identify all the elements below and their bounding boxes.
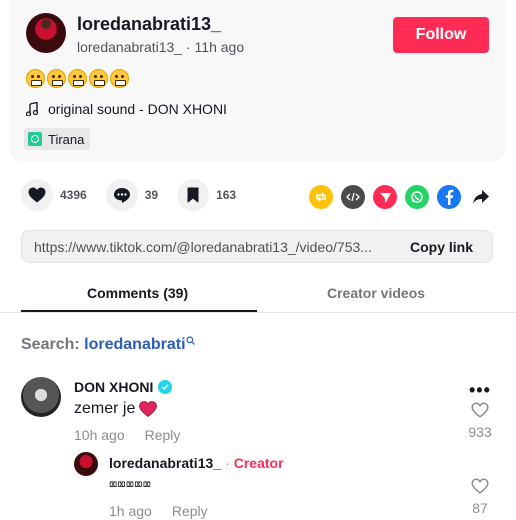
- reply-header: loredanabrati13_ · Creator: [109, 455, 284, 471]
- facebook-icon[interactable]: [437, 185, 461, 209]
- location-label: Tirana: [48, 131, 85, 147]
- save-count: 163: [216, 188, 237, 202]
- author-subline: loredanabrati13_ · 11h ago: [77, 39, 245, 55]
- grimacing-face-icon: [110, 69, 129, 88]
- comment-search-suggestion[interactable]: Search: loredanabrati: [21, 336, 195, 354]
- tab-comments[interactable]: Comments (39): [87, 285, 188, 301]
- post-time: 11h ago: [194, 39, 245, 55]
- grimacing-face-icon: [68, 69, 87, 88]
- comment-stat[interactable]: 39: [105, 179, 159, 211]
- tab-bar: Comments (39) Creator videos: [0, 279, 516, 313]
- reply-button[interactable]: Reply: [145, 427, 181, 443]
- whatsapp-icon[interactable]: [405, 185, 429, 209]
- reply-like-count: 87: [472, 500, 488, 516]
- comment-count: 39: [144, 188, 159, 202]
- reply-meta: 1h ago Reply: [109, 503, 208, 519]
- verified-badge-icon: [158, 380, 173, 394]
- grimacing-face-icon: [89, 69, 108, 88]
- share-arrow-icon[interactable]: [469, 185, 493, 209]
- comment-text: zemer je: [74, 400, 158, 418]
- reply-time: 1h ago: [109, 503, 152, 519]
- comment-meta: 10h ago Reply: [74, 427, 180, 443]
- music-note-icon: [26, 102, 38, 116]
- share-icons: [309, 185, 493, 209]
- heart-icon[interactable]: [21, 179, 53, 211]
- comment-body: zemer je: [74, 400, 136, 417]
- sound-label: original sound - DON XHONI: [48, 101, 227, 117]
- author-handle[interactable]: loredanabrati13_: [77, 39, 182, 55]
- bookmark-icon[interactable]: [177, 179, 210, 211]
- location-pin-icon: [28, 132, 42, 146]
- red-heart-icon: [139, 401, 158, 417]
- location-tag[interactable]: Tirana: [24, 128, 91, 150]
- like-count: 4396: [60, 188, 87, 202]
- save-stat[interactable]: 163: [177, 179, 236, 211]
- active-tab-indicator: [21, 310, 257, 312]
- author-avatar[interactable]: [26, 13, 66, 53]
- more-options-icon[interactable]: •••: [469, 380, 491, 401]
- commenter-username[interactable]: DON XHONI: [74, 379, 153, 395]
- reply-reply-button[interactable]: Reply: [172, 503, 208, 519]
- creator-badge: Creator: [233, 455, 284, 471]
- author-username[interactable]: loredanabrati13_: [77, 14, 221, 35]
- heart-outline-icon[interactable]: [471, 478, 489, 494]
- original-sound-link[interactable]: original sound - DON XHONI: [26, 101, 227, 117]
- comment-like-count: 933: [468, 424, 492, 440]
- commenter-avatar[interactable]: [21, 377, 61, 417]
- grimacing-face-icon: [47, 69, 66, 88]
- like-stat[interactable]: 4396: [21, 179, 87, 211]
- grimacing-face-icon: [26, 69, 45, 88]
- reply-separator: ·: [225, 455, 230, 471]
- comment-time: 10h ago: [74, 427, 125, 443]
- heart-outline-icon[interactable]: [471, 402, 489, 418]
- commenter-name[interactable]: DON XHONI: [74, 379, 173, 395]
- search-icon: [185, 336, 195, 345]
- comment-bubble-icon[interactable]: [105, 179, 138, 211]
- video-url[interactable]: https://www.tiktok.com/@loredanabrati13_…: [34, 239, 394, 255]
- search-query[interactable]: loredanabrati: [84, 336, 185, 353]
- search-prefix: Search:: [21, 336, 80, 353]
- reply-text: ⌧⌧⌧⌧⌧: [109, 477, 152, 493]
- reply-avatar[interactable]: [74, 452, 98, 476]
- caption-emojis: [26, 69, 129, 88]
- follow-button[interactable]: Follow: [393, 17, 489, 53]
- reply-username[interactable]: loredanabrati13_: [109, 455, 221, 471]
- video-link-box: https://www.tiktok.com/@loredanabrati13_…: [21, 230, 493, 263]
- tab-creator-videos[interactable]: Creator videos: [327, 285, 425, 301]
- comment-like[interactable]: 933: [462, 402, 498, 440]
- reply-like[interactable]: 87: [462, 478, 498, 516]
- send-icon[interactable]: [373, 185, 397, 209]
- embed-icon[interactable]: [341, 185, 365, 209]
- copy-link-button[interactable]: Copy link: [410, 239, 473, 255]
- engagement-stats: 4396 39 163: [21, 179, 255, 211]
- repost-icon[interactable]: [309, 185, 333, 209]
